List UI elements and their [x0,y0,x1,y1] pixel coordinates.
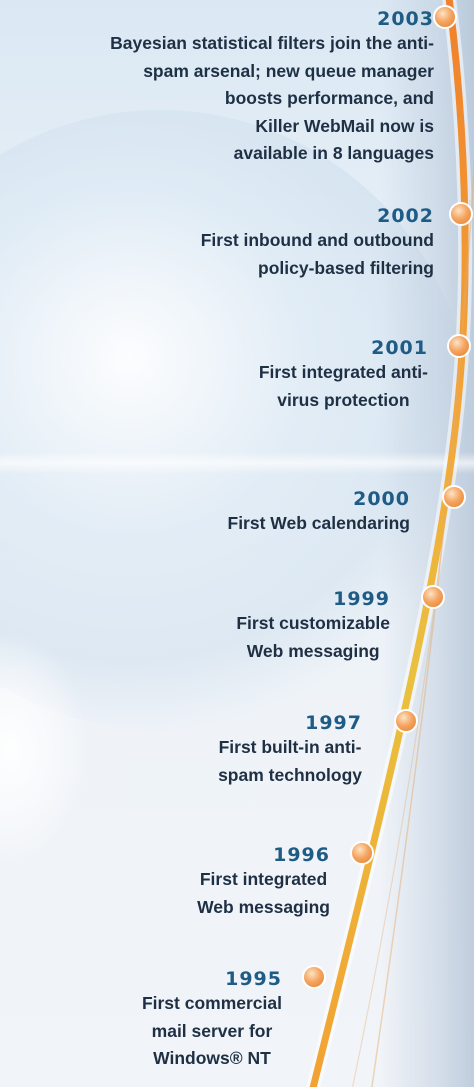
milestone-2001: 2001 First integrated anti- virus protec… [259,337,428,414]
milestone-year: 2000 [353,488,410,510]
milestone-year: 2003 [377,8,434,30]
milestone-year: 1995 [225,968,282,990]
milestone-text: First customizable Web messaging [236,613,390,661]
milestone-text: Bayesian statistical filters join the an… [110,33,434,163]
milestone-dot [350,841,374,865]
milestone-dot [449,202,473,226]
milestone-text: First integrated Web messaging [197,869,330,917]
milestone-dot [394,709,418,733]
milestone-year: 1999 [333,588,390,610]
milestone-1997: 1997 First built-in anti- spam technolog… [218,712,362,789]
milestone-2000: 2000 First Web calendaring [228,488,411,538]
milestone-dot [421,585,445,609]
milestone-dot [442,485,466,509]
milestone-year: 2001 [371,337,428,359]
milestone-text: First inbound and outbound policy-based … [200,230,434,278]
timeline-poster: 2003 Bayesian statistical filters join t… [0,0,474,1087]
milestone-text: First integrated anti- virus protection [258,362,428,410]
milestone-year: 1997 [305,712,362,734]
milestone-1999: 1999 First customizable Web messaging [236,588,390,665]
milestone-year: 2002 [377,205,434,227]
milestone-1996: 1996 First integrated Web messaging [197,844,330,921]
milestone-1995: 1995 First commercial mail server for Wi… [142,968,282,1073]
milestone-dot [433,5,457,29]
milestone-text: First commercial mail server for Windows… [141,993,282,1068]
milestone-year: 1996 [273,844,330,866]
milestone-text: First built-in anti- spam technology [218,737,362,785]
milestone-2002: 2002 First inbound and outbound policy-b… [201,205,434,282]
milestone-text: First Web calendaring [227,513,411,533]
milestone-2003: 2003 Bayesian statistical filters join t… [110,8,434,168]
milestone-dot [447,334,471,358]
milestone-dot [302,965,326,989]
